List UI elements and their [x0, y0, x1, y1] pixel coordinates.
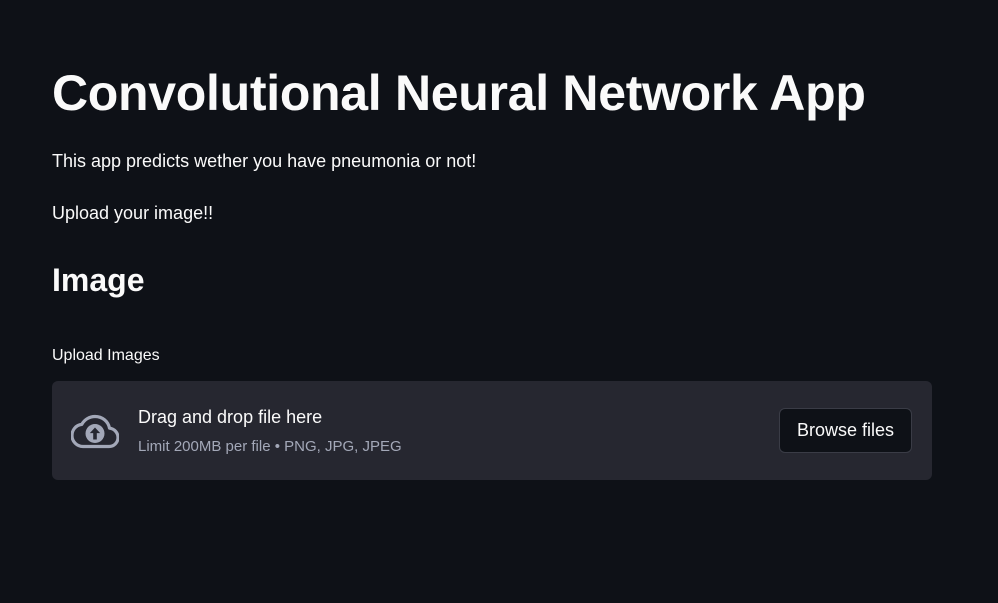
cloud-upload-icon [70, 411, 120, 451]
file-dropzone[interactable]: Drag and drop file here Limit 200MB per … [52, 381, 932, 480]
section-heading: Image [52, 262, 145, 298]
file-uploader-label: Upload Images [52, 347, 160, 364]
upload-prompt-text: Upload your image!! [52, 203, 214, 223]
browse-files-button[interactable]: Browse files [779, 408, 912, 453]
dropzone-title: Drag and drop file here [138, 407, 323, 427]
dropzone-instructions: Drag and drop file here Limit 200MB per … [138, 405, 402, 457]
intro-text: This app predicts wether you have pneumo… [52, 151, 477, 171]
dropzone-limit-hint: Limit 200MB per file • PNG, JPG, JPEG [138, 438, 402, 455]
page-title: Convolutional Neural Network App [52, 65, 866, 121]
